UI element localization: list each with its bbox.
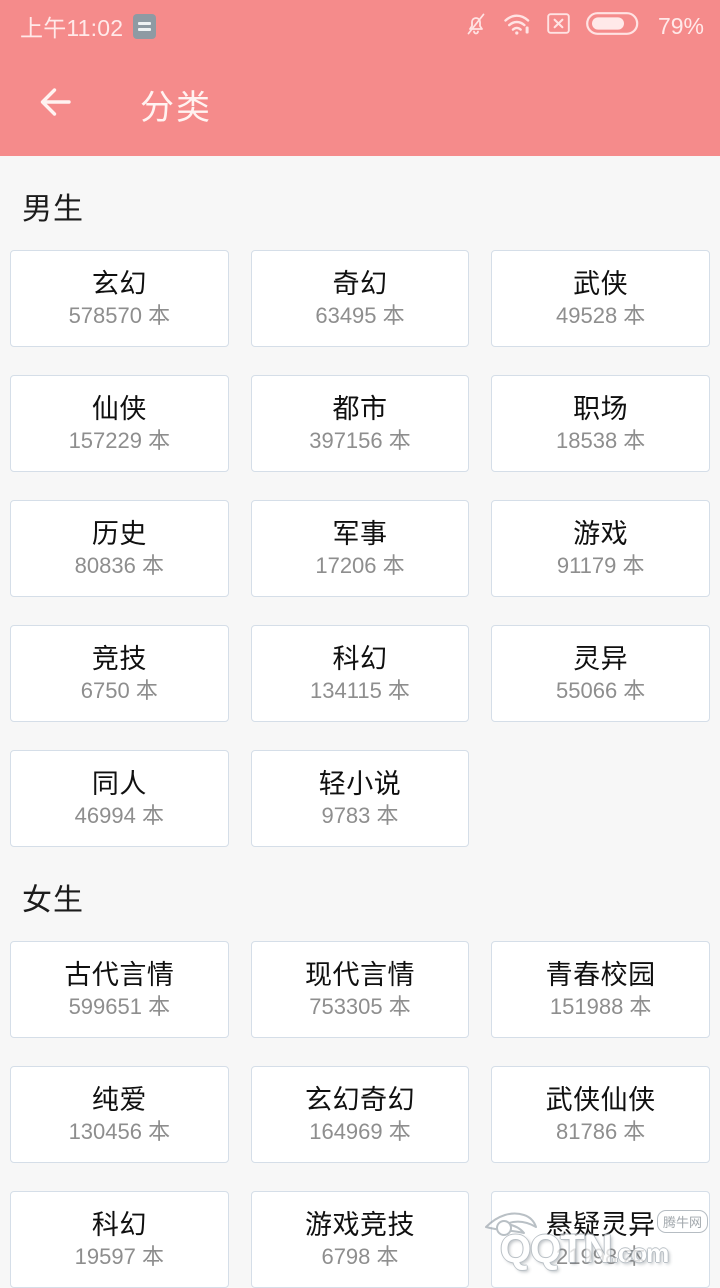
- category-name: 都市: [332, 396, 387, 423]
- category-book-count: 81786 本: [556, 1121, 645, 1143]
- category-name: 灵异: [573, 646, 628, 673]
- category-name: 竞技: [92, 646, 147, 673]
- category-card[interactable]: 奇幻 63495 本: [251, 250, 470, 347]
- category-name: 纯爱: [92, 1087, 147, 1114]
- category-book-count: 134115 本: [310, 680, 410, 702]
- section-heading-female: 女生: [22, 875, 710, 919]
- no-signal-icon: [546, 11, 571, 41]
- category-card[interactable]: 同人 46994 本: [10, 750, 229, 847]
- category-name: 游戏: [573, 521, 628, 548]
- category-book-count: 19597 本: [75, 1246, 164, 1268]
- category-book-count: 157229 本: [69, 430, 171, 452]
- category-card[interactable]: 仙侠 157229 本: [10, 375, 229, 472]
- page-title: 分类: [140, 80, 212, 129]
- category-card[interactable]: 古代言情 599651 本: [10, 941, 229, 1038]
- category-book-count: 164969 本: [309, 1121, 411, 1143]
- category-card[interactable]: 轻小说 9783 本: [251, 750, 470, 847]
- category-name: 同人: [92, 771, 147, 798]
- category-card[interactable]: 现代言情 753305 本: [251, 941, 470, 1038]
- category-book-count: 9783 本: [321, 805, 398, 827]
- status-bar: 上午11:02: [0, 0, 720, 52]
- category-book-count: 17206 本: [315, 555, 404, 577]
- category-name: 玄幻奇幻: [305, 1087, 415, 1114]
- category-card[interactable]: 武侠仙侠 81786 本: [491, 1066, 710, 1163]
- category-list: 男生 玄幻 578570 本 奇幻 63495 本 武侠 49528 本仙侠 157229 …: [0, 184, 720, 1288]
- category-grid-male: 玄幻 578570 本 奇幻 63495 本 武侠 49528 本仙侠 157229 本 都市…: [10, 250, 710, 847]
- category-card[interactable]: 游戏竞技 6798 本: [251, 1191, 470, 1288]
- app-indicator-icon: [133, 14, 156, 39]
- category-name: 军事: [332, 521, 387, 548]
- category-name: 武侠: [573, 271, 628, 298]
- category-name: 游戏竞技: [305, 1212, 415, 1239]
- category-book-count: 80836 本: [75, 555, 164, 577]
- category-book-count: 63495 本: [315, 305, 404, 327]
- category-card[interactable]: 竞技 6750 本: [10, 625, 229, 722]
- status-bar-left: 上午11:02: [20, 9, 156, 43]
- category-book-count: 46994 本: [75, 805, 164, 827]
- back-button[interactable]: [32, 76, 88, 132]
- category-card[interactable]: 玄幻奇幻 164969 本: [251, 1066, 470, 1163]
- category-card[interactable]: 职场 18538 本: [491, 375, 710, 472]
- category-book-count: 130456 本: [69, 1121, 171, 1143]
- category-grid-female: 古代言情 599651 本 现代言情 753305 本 青春校园 151988 本纯爱 13…: [10, 941, 710, 1288]
- category-card[interactable]: 纯爱 130456 本: [10, 1066, 229, 1163]
- category-book-count: 18538 本: [556, 430, 645, 452]
- category-name: 轻小说: [319, 771, 402, 798]
- category-card[interactable]: 科幻 19597 本: [10, 1191, 229, 1288]
- category-card[interactable]: 科幻 134115 本: [251, 625, 470, 722]
- category-card[interactable]: 武侠 49528 本: [491, 250, 710, 347]
- category-name: 科幻: [92, 1212, 147, 1239]
- category-name: 青春校园: [546, 962, 656, 989]
- status-bar-right: 79%: [464, 10, 704, 42]
- section-heading-male: 男生: [22, 184, 710, 228]
- category-book-count: 6798 本: [321, 1246, 398, 1268]
- category-book-count: 55066 本: [556, 680, 645, 702]
- wifi-icon: [503, 12, 531, 41]
- app-bar: 分类: [0, 52, 720, 156]
- category-book-count: 151988 本: [550, 996, 652, 1018]
- category-card[interactable]: 游戏 91179 本: [491, 500, 710, 597]
- category-book-count: 49528 本: [556, 305, 645, 327]
- category-book-count: 578570 本: [69, 305, 171, 327]
- battery-percent-label: 79%: [658, 13, 704, 40]
- notification-muted-icon: [464, 11, 488, 42]
- category-book-count: 599651 本: [69, 996, 171, 1018]
- category-name: 玄幻: [92, 271, 147, 298]
- category-card[interactable]: 军事 17206 本: [251, 500, 470, 597]
- category-book-count: 6750 本: [81, 680, 158, 702]
- category-name: 悬疑灵异: [546, 1212, 656, 1239]
- status-bar-clock: 上午11:02: [20, 9, 123, 43]
- category-card[interactable]: 玄幻 578570 本: [10, 250, 229, 347]
- arrow-left-icon: [37, 85, 83, 124]
- category-name: 职场: [573, 396, 628, 423]
- category-book-count: 753305 本: [309, 996, 411, 1018]
- category-name: 现代言情: [305, 962, 415, 989]
- category-name: 历史: [92, 521, 147, 548]
- category-book-count: 21998 本: [556, 1246, 645, 1268]
- category-card[interactable]: 悬疑灵异 21998 本: [491, 1191, 710, 1288]
- category-book-count: 397156 本: [309, 430, 411, 452]
- category-book-count: 91179 本: [557, 555, 645, 577]
- category-name: 奇幻: [332, 271, 387, 298]
- category-name: 古代言情: [64, 962, 174, 989]
- category-name: 武侠仙侠: [546, 1087, 656, 1114]
- battery-icon: [586, 10, 640, 42]
- category-card[interactable]: 历史 80836 本: [10, 500, 229, 597]
- category-name: 仙侠: [92, 396, 147, 423]
- category-card[interactable]: 都市 397156 本: [251, 375, 470, 472]
- category-name: 科幻: [332, 646, 387, 673]
- category-card[interactable]: 灵异 55066 本: [491, 625, 710, 722]
- category-card[interactable]: 青春校园 151988 本: [491, 941, 710, 1038]
